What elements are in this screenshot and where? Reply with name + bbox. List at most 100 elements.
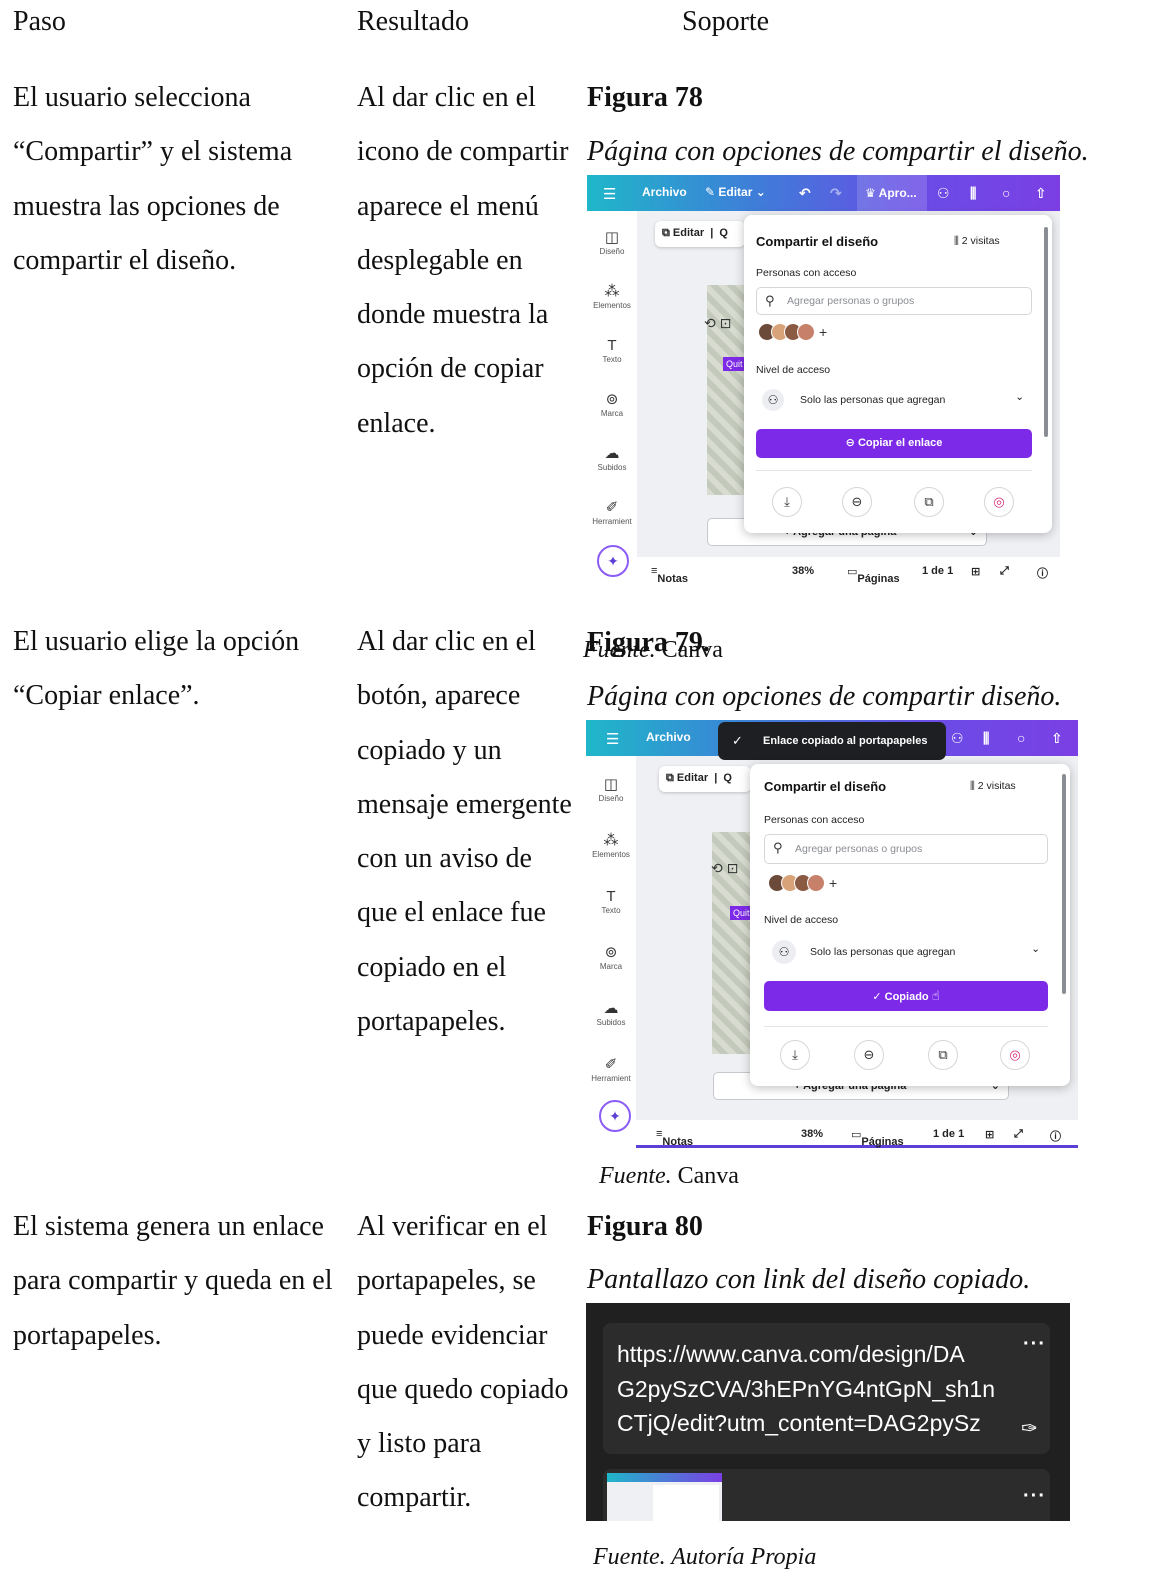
share-panel: Compartir el diseño ⫼ 2 visitas Personas… <box>750 764 1070 1086</box>
menu-icon[interactable]: ☰ <box>606 730 619 748</box>
menu-icon[interactable]: ☰ <box>603 185 616 203</box>
share-panel-title: Compartir el diseño <box>756 234 879 249</box>
rotate-lock-icons[interactable]: ⟲ ⊡ <box>704 315 731 332</box>
row3-resultado: Al verificar en el portapapeles, se pued… <box>357 1211 569 1514</box>
more-icon[interactable]: ··· <box>1023 1485 1046 1508</box>
avatars[interactable]: + <box>758 323 827 341</box>
zoom-level[interactable]: 38% <box>801 1128 823 1140</box>
present-icon[interactable]: ⧉ <box>928 1040 958 1070</box>
archivo-menu[interactable]: Archivo <box>642 185 687 199</box>
edit-image-button[interactable]: ⧉ Editar | Q <box>659 766 751 792</box>
magic-icon[interactable]: ✦ <box>599 1100 631 1132</box>
sidebar-item-elementos[interactable]: ⁂ Elementos <box>587 283 637 310</box>
comment-icon[interactable]: ○ <box>1017 730 1025 746</box>
sidebar-item-subidos[interactable]: ☁ Subidos <box>586 1000 636 1027</box>
canva-bottombar: ≡ Notas 38% ▭ Páginas 1 de 1 ⊞ ⤢ ⓘ <box>637 557 1060 585</box>
figure-79-caption: Página con opciones de compartir diseño. <box>587 681 1062 712</box>
archivo-menu[interactable]: Archivo <box>646 730 691 744</box>
clipboard-item[interactable]: https://www.canva.com/design/DA G2pySzCV… <box>603 1323 1050 1454</box>
link-icon[interactable]: ⊖ <box>842 487 872 517</box>
upload-icon: ☁ <box>604 445 620 462</box>
sidebar-item-elementos[interactable]: ⁂ Elementos <box>586 832 636 859</box>
brand-icon: ⊚ <box>604 944 618 961</box>
download-icon[interactable]: ⤓ <box>780 1040 810 1070</box>
row1-paso: El usuario selecciona “Compartir” y el s… <box>13 82 293 276</box>
sidebar-item-diseno[interactable]: ◫ Diseño <box>587 229 637 256</box>
help-icon[interactable]: ⓘ <box>1050 1128 1061 1144</box>
search-input[interactable]: ⚲ Agregar personas o grupos <box>756 287 1032 315</box>
apro-button[interactable]: ♛ Apro... <box>857 175 927 211</box>
figure-80-screenshot: https://www.canva.com/design/DA G2pySzCV… <box>586 1303 1070 1521</box>
sidebar-item-texto[interactable]: T Texto <box>587 337 637 364</box>
people-icon[interactable]: ⚇ <box>951 730 964 747</box>
sidebar-item-marca[interactable]: ⊚ Marca <box>587 391 637 418</box>
share-panel: Compartir el diseño ⫼ 2 visitas Personas… <box>744 215 1052 533</box>
stats-icon[interactable]: ⫼ <box>970 185 976 202</box>
row2-paso: El usuario elige la opción “Copiar enlac… <box>13 626 300 712</box>
layout-icon: ◫ <box>603 776 619 793</box>
share-panel-title: Compartir el diseño <box>764 779 887 794</box>
check-icon: ✓ <box>732 733 743 748</box>
avatars[interactable]: + <box>768 874 837 892</box>
panel-scrollbar[interactable] <box>1044 227 1048 437</box>
edit-menu[interactable]: ✎ Editar ⌄ <box>705 185 766 199</box>
copied-toast: ✓ Enlace copiado al portapapeles <box>718 722 946 760</box>
visits-count[interactable]: ⫼ 2 visitas <box>970 780 1016 793</box>
sidebar-item-texto[interactable]: T Texto <box>586 888 636 915</box>
more-icon[interactable]: ··· <box>1023 1333 1046 1356</box>
panel-scrollbar[interactable] <box>1062 774 1066 994</box>
instagram-icon[interactable]: ◎ <box>984 487 1014 517</box>
present-icon[interactable]: ⧉ <box>914 487 944 517</box>
notes-button[interactable]: ≡ Notas <box>651 565 688 585</box>
search-input[interactable]: ⚲ Agregar personas o grupos <box>764 834 1048 864</box>
sidebar-item-diseno[interactable]: ◫ Diseño <box>586 776 636 803</box>
comment-icon[interactable]: ○ <box>1002 185 1010 201</box>
fullscreen-icon[interactable]: ⤢ <box>1014 1128 1023 1141</box>
access-level-select[interactable]: ⚇ Solo las personas que agregan ⌄ <box>756 385 1032 415</box>
pages-button[interactable]: ▭ Páginas <box>847 565 900 585</box>
header-resultado: Resultado <box>357 6 469 37</box>
copy-link-button[interactable]: ⊖ Copiar el enlace <box>756 429 1032 458</box>
sidebar-item-herramientas[interactable]: ✐ Herramient <box>586 1056 636 1083</box>
people-access-label: Personas con acceso <box>756 267 857 279</box>
clipboard-item-2[interactable]: ··· <box>603 1469 1050 1521</box>
rotate-lock-icons[interactable]: ⟲ ⊡ <box>711 860 738 877</box>
magic-icon[interactable]: ✦ <box>597 545 629 577</box>
help-icon[interactable]: ⓘ <box>1037 565 1048 581</box>
figure-78-title: Figura 78 <box>587 82 703 113</box>
visits-count[interactable]: ⫼ 2 visitas <box>954 235 1000 248</box>
grid-icon[interactable]: ⊞ <box>985 1128 994 1141</box>
people-icon: ⚇ <box>772 940 796 964</box>
access-level-select[interactable]: ⚇ Solo las personas que agregan ⌄ <box>764 936 1048 968</box>
pages-button[interactable]: ▭ Páginas <box>851 1128 904 1148</box>
edit-image-button[interactable]: ⧉ Editar | Q <box>655 221 745 247</box>
undo-icon[interactable]: ↶ <box>799 185 811 202</box>
access-level-label: Nivel de acceso <box>764 914 839 926</box>
figure-80-caption: Pantallazo con link del diseño copiado. <box>587 1264 1031 1295</box>
sidebar-item-herramientas[interactable]: ✐ Herramient <box>587 499 637 526</box>
redo-icon[interactable]: ↷ <box>830 185 842 202</box>
fullscreen-icon[interactable]: ⤢ <box>1000 565 1009 578</box>
access-level-label: Nivel de acceso <box>756 364 831 376</box>
figure-79-source: Fuente. Canva <box>599 1163 739 1189</box>
share-icon[interactable]: ⇧ <box>1051 730 1063 747</box>
instagram-icon[interactable]: ◎ <box>1000 1040 1030 1070</box>
row3-paso: El sistema genera un enlace para compart… <box>13 1211 333 1351</box>
zoom-level[interactable]: 38% <box>792 565 814 577</box>
stats-icon[interactable]: ⫼ <box>983 730 989 747</box>
canva-sidebar: ◫ Diseño ⁂ Elementos T Texto ⊚ Marca ☁ Subido… <box>586 756 636 1148</box>
pin-icon[interactable]: ✑ <box>1021 1416 1038 1441</box>
grid-icon[interactable]: ⊞ <box>971 565 980 578</box>
sidebar-item-subidos[interactable]: ☁ Subidos <box>587 445 637 472</box>
sidebar-item-marca[interactable]: ⊚ Marca <box>586 944 636 971</box>
share-icon[interactable]: ⇧ <box>1035 185 1047 202</box>
people-icon[interactable]: ⚇ <box>937 185 950 202</box>
canva-sidebar: ◫ Diseño ⁂ Elementos T Texto ⊚ Marca ☁ Subido… <box>587 211 637 585</box>
link-icon[interactable]: ⊖ <box>854 1040 884 1070</box>
copied-button[interactable]: ✓ Copiado ☝ <box>764 981 1048 1011</box>
notes-button[interactable]: ≡ Notas <box>656 1128 693 1148</box>
canva-bottombar: ≡ Notas 38% ▭ Páginas 1 de 1 ⊞ ⤢ ⓘ <box>636 1120 1078 1148</box>
cursor-icon: ☝ <box>931 988 940 1003</box>
download-icon[interactable]: ⤓ <box>772 487 802 517</box>
shapes-icon: ⁂ <box>603 832 619 849</box>
